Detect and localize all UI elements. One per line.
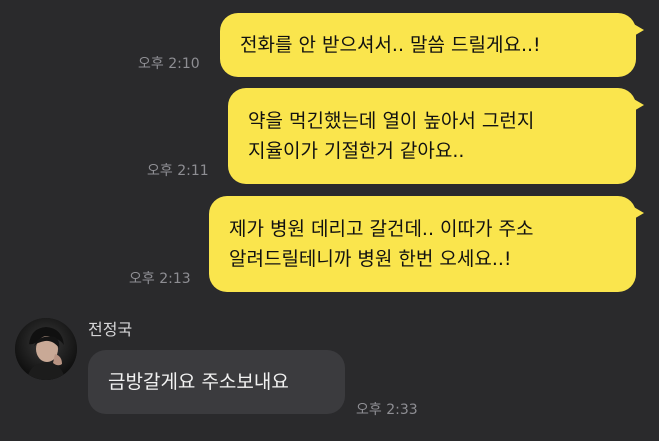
message-text-line: 금방갈게요 주소보내요	[108, 371, 289, 393]
message-text-line: 알려드릴테니까 병원 한번 오세요..!	[229, 248, 512, 270]
outgoing-message-bubble[interactable]: 전화를 안 받으셔서.. 말씀 드릴게요..!	[220, 13, 644, 77]
outgoing-message-bubble[interactable]: 제가 병원 데리고 갈건데.. 이따가 주소 알려드릴테니까 병원 한번 오세요…	[209, 196, 644, 292]
message-text-line: 전화를 안 받으셔서.. 말씀 드릴게요..!	[240, 34, 541, 56]
message-text-line: 제가 병원 데리고 갈건데.. 이따가 주소	[229, 218, 534, 240]
message-timestamp: 오후 2:13	[129, 271, 191, 287]
message-timestamp: 오후 2:33	[356, 402, 418, 418]
sender-name: 전정국	[88, 320, 133, 339]
outgoing-message-bubble[interactable]: 약을 먹긴했는데 열이 높아서 그런지 지율이가 기절한거 같아요..	[228, 88, 644, 184]
incoming-message-bubble[interactable]: 금방갈게요 주소보내요	[88, 350, 345, 414]
message-text-line: 지율이가 기절한거 같아요..	[248, 140, 465, 162]
profile-photo-icon[interactable]	[15, 318, 77, 380]
chat-view: 오후 2:10 전화를 안 받으셔서.. 말씀 드릴게요..! 오후 2:11 …	[0, 0, 659, 441]
message-timestamp: 오후 2:10	[138, 56, 200, 72]
message-timestamp: 오후 2:11	[147, 163, 209, 179]
message-text-line: 약을 먹긴했는데 열이 높아서 그런지	[248, 110, 535, 132]
